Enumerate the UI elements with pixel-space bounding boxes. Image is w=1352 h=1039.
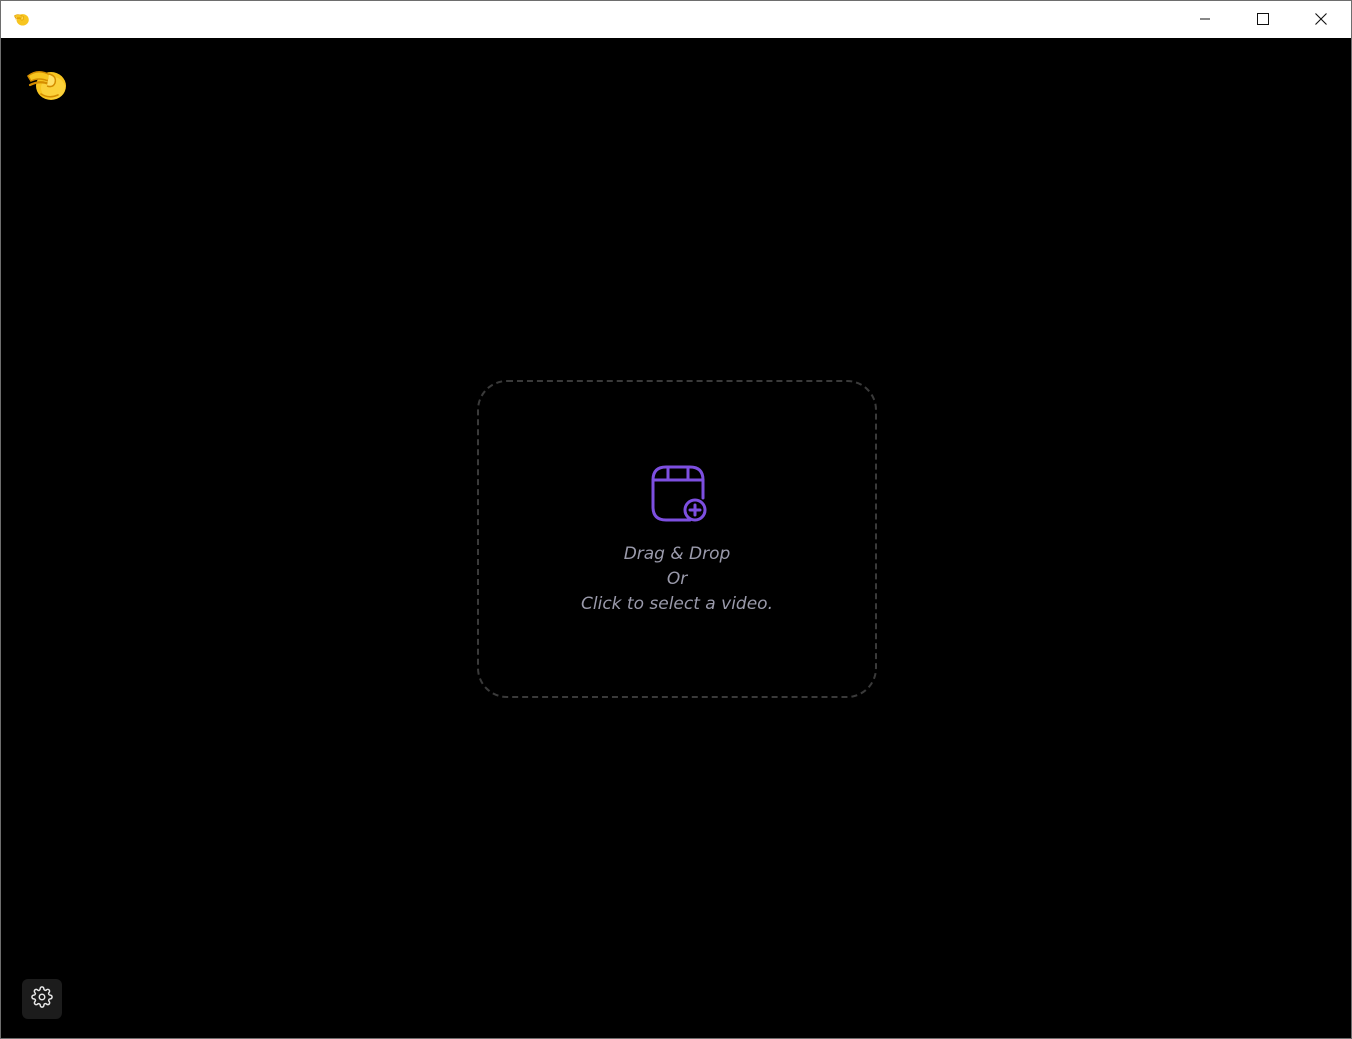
minimize-icon [1199, 10, 1211, 29]
video-dropzone[interactable]: Drag & Drop Or Click to select a video. [477, 380, 877, 698]
pinching-hand-logo-icon [25, 64, 69, 104]
minimize-button[interactable] [1176, 1, 1234, 38]
maximize-button[interactable] [1234, 1, 1292, 38]
maximize-icon [1257, 10, 1269, 29]
video-add-icon [650, 464, 710, 524]
close-button[interactable] [1292, 1, 1350, 38]
dropzone-line-click-select: Click to select a video. [479, 592, 875, 617]
pinching-hand-icon [12, 10, 30, 28]
dropzone-line-drag-drop: Drag & Drop [479, 542, 875, 567]
settings-button[interactable] [22, 979, 62, 1019]
app-window: Drag & Drop Or Click to select a video. [0, 0, 1352, 1039]
dropzone-instructions: Drag & Drop Or Click to select a video. [479, 542, 875, 617]
gear-icon [31, 986, 53, 1012]
main-content: Drag & Drop Or Click to select a video. [1, 38, 1351, 1038]
dropzone-line-or: Or [479, 567, 875, 592]
title-bar[interactable] [1, 1, 1351, 38]
close-icon [1315, 10, 1327, 29]
